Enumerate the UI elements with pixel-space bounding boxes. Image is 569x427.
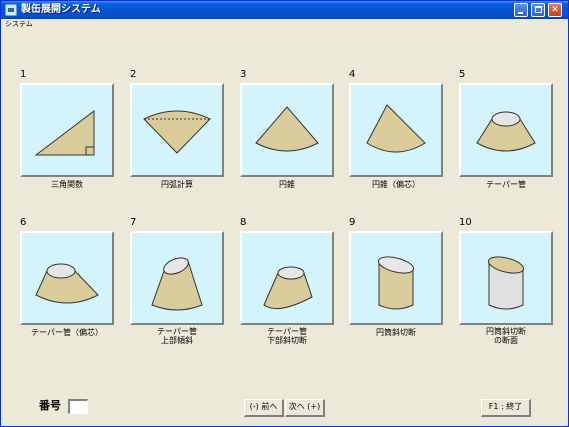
- oblique-cone-icon: [366, 104, 426, 153]
- item-panel[interactable]: [20, 83, 114, 177]
- close-icon: ✕: [551, 5, 559, 15]
- item-label: 円弧計算: [161, 180, 193, 189]
- item-number: 8: [240, 217, 247, 228]
- item-9[interactable]: 9 円筒斜切断: [349, 217, 443, 347]
- tapered-pipe-top-slant-icon: [151, 257, 203, 311]
- circular-sector-icon: [143, 110, 211, 154]
- window-title: 製缶展開システム: [21, 4, 101, 15]
- menu-bar: システム: [1, 19, 568, 29]
- item-number: 10: [459, 217, 472, 228]
- menu-system[interactable]: システム: [5, 19, 33, 29]
- item-label: 円錐（偏芯）: [372, 180, 420, 189]
- eccentric-tapered-pipe-icon: [35, 263, 99, 304]
- item-number: 1: [20, 69, 27, 80]
- item-panel[interactable]: [130, 231, 224, 325]
- item-label-line2: 上部傾斜: [161, 336, 193, 345]
- right-triangle-icon: [34, 109, 95, 156]
- item-panel[interactable]: [349, 231, 443, 325]
- item-6[interactable]: 6 テーパー管（偏芯）: [20, 217, 114, 347]
- item-number: 3: [240, 69, 247, 80]
- maximize-button[interactable]: [531, 3, 545, 17]
- item-label: 円筒斜切断: [376, 328, 416, 337]
- item-label: 円錐: [279, 180, 295, 189]
- app-icon[interactable]: [5, 4, 17, 16]
- item-number: 9: [349, 217, 356, 228]
- prev-button[interactable]: (-) 前へ: [244, 399, 284, 417]
- item-panel[interactable]: [349, 83, 443, 177]
- item-label-line2: 下部斜切断: [267, 336, 307, 345]
- close-button[interactable]: ✕: [548, 3, 562, 17]
- item-number: 4: [349, 69, 356, 80]
- exit-button[interactable]: F1 : 終了: [481, 399, 531, 417]
- item-label: 三角関数: [51, 180, 83, 189]
- minimize-icon: [518, 12, 523, 14]
- minimize-button[interactable]: [514, 3, 528, 17]
- item-panel[interactable]: [240, 83, 334, 177]
- item-panel[interactable]: [459, 83, 553, 177]
- item-number: 2: [130, 69, 137, 80]
- number-label: 番号: [39, 399, 61, 412]
- maximize-icon: [535, 6, 542, 13]
- item-number: 5: [459, 69, 466, 80]
- item-10[interactable]: 10 円筒斜切断 の断面: [459, 217, 553, 347]
- cylinder-cut-section-icon: [487, 256, 525, 310]
- item-5[interactable]: 5 テーパー管: [459, 69, 553, 199]
- item-panel[interactable]: [130, 83, 224, 177]
- item-3[interactable]: 3 円錐: [240, 69, 334, 199]
- item-8[interactable]: 8 テーパー管 下部斜切断: [240, 217, 334, 347]
- item-label: テーパー管: [486, 180, 526, 189]
- title-bar[interactable]: 製缶展開システム ✕: [1, 1, 568, 19]
- next-button[interactable]: 次へ (+): [285, 399, 325, 417]
- item-label: テーパー管（偏芯）: [31, 328, 103, 337]
- item-7[interactable]: 7 テーパー管 上部傾斜: [130, 217, 224, 347]
- tapered-pipe-icon: [476, 111, 536, 152]
- item-number: 7: [130, 217, 137, 228]
- item-panel[interactable]: [459, 231, 553, 325]
- item-number: 6: [20, 217, 27, 228]
- item-label-line2: の断面: [494, 336, 518, 345]
- item-2[interactable]: 2 円弧計算: [130, 69, 224, 199]
- tapered-pipe-bottom-cut-icon: [263, 266, 313, 310]
- number-input[interactable]: [68, 399, 88, 414]
- app-window: 製缶展開システム ✕ システム 1 三角関数 2 円弧計算 3 円錐 4 円錐（…: [0, 0, 569, 427]
- cone-icon: [255, 106, 319, 152]
- item-panel[interactable]: [20, 231, 114, 325]
- item-1[interactable]: 1 三角関数: [20, 69, 114, 199]
- item-4[interactable]: 4 円錐（偏芯）: [349, 69, 443, 199]
- item-panel[interactable]: [240, 231, 334, 325]
- cylinder-oblique-cut-icon: [377, 256, 415, 310]
